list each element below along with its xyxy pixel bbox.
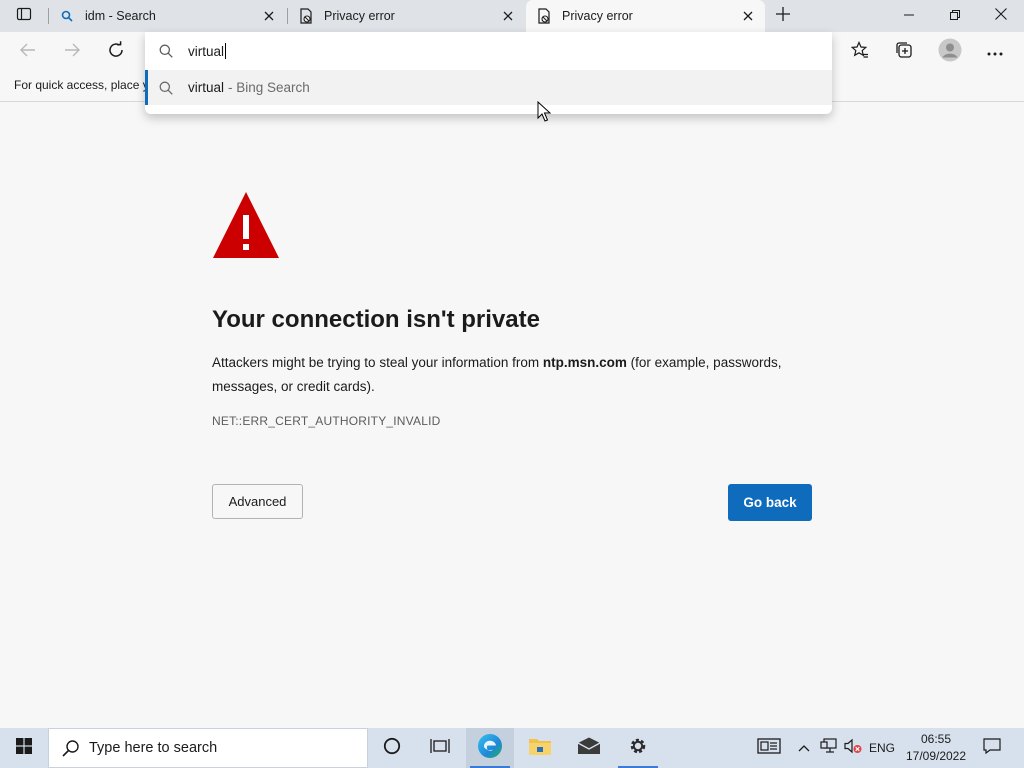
tab-close-icon[interactable]	[737, 5, 759, 27]
system-clock[interactable]: 06:55 17/09/2022	[900, 731, 972, 765]
advanced-button[interactable]: Advanced	[212, 484, 303, 519]
clock-time: 06:55	[920, 732, 952, 746]
folder-icon	[528, 736, 552, 761]
go-back-button[interactable]: Go back	[728, 484, 812, 521]
language-label: ENG	[868, 741, 895, 755]
address-bar-input[interactable]: virtual	[145, 32, 832, 70]
taskbar: Type here to search ENG 06:55 17/09/2022	[0, 728, 1024, 768]
minimize-icon	[904, 7, 914, 25]
error-domain: ntp.msn.com	[542, 355, 627, 370]
tab-actions-button[interactable]	[0, 0, 48, 32]
tab-title: idm - Search	[85, 9, 156, 23]
tab-strip: idm - Search Privacy error Privacy error	[0, 0, 1024, 32]
refresh-icon	[107, 40, 125, 64]
mouse-cursor-icon	[537, 100, 552, 122]
search-icon	[61, 738, 81, 758]
plus-icon	[776, 6, 790, 26]
tab-actions-icon	[16, 6, 32, 27]
volume-muted-icon	[844, 738, 862, 759]
start-button[interactable]	[0, 728, 48, 768]
show-hidden-icons-button[interactable]	[794, 728, 814, 768]
news-icon	[757, 737, 781, 759]
favorites-star-icon	[850, 40, 869, 64]
tab-close-icon[interactable]	[258, 5, 280, 27]
text-caret	[225, 43, 227, 59]
taskbar-search-box[interactable]: Type here to search	[48, 728, 368, 768]
settings-more-button[interactable]	[979, 36, 1011, 68]
edge-browser-icon	[477, 733, 503, 764]
back-button[interactable]	[12, 36, 44, 68]
notification-chat-icon	[983, 737, 1001, 759]
error-code: NET::ERR_CERT_AUTHORITY_INVALID	[212, 414, 441, 428]
minimize-button[interactable]	[886, 0, 932, 32]
collections-icon	[895, 41, 913, 64]
tab-title: Privacy error	[324, 9, 395, 23]
address-bar-text: virtual	[188, 43, 227, 59]
windows-logo-icon	[16, 737, 32, 759]
restore-icon	[950, 7, 960, 25]
favorites-button[interactable]	[844, 36, 876, 68]
taskbar-edge-app[interactable]	[466, 728, 514, 768]
forward-arrow-icon	[64, 43, 80, 62]
notifications-button[interactable]	[976, 728, 1008, 768]
tab-privacy-error-1[interactable]: Privacy error	[288, 0, 525, 32]
close-window-button[interactable]	[978, 0, 1024, 32]
volume-button[interactable]	[842, 728, 864, 768]
cortana-button[interactable]	[368, 728, 416, 768]
network-icon	[820, 737, 838, 759]
language-indicator[interactable]: ENG	[866, 728, 898, 768]
taskbar-settings-app[interactable]	[614, 728, 662, 768]
tab-close-icon[interactable]	[497, 5, 519, 27]
profile-avatar-icon	[938, 38, 962, 67]
news-widget-button[interactable]	[752, 728, 786, 768]
tab-idm-search[interactable]: idm - Search	[49, 0, 286, 32]
network-button[interactable]	[818, 728, 840, 768]
back-arrow-icon	[20, 43, 36, 62]
forward-button[interactable]	[56, 36, 88, 68]
bing-search-icon	[59, 8, 75, 24]
warning-triangle-icon	[212, 191, 280, 259]
restore-button[interactable]	[932, 0, 978, 32]
clock-date: 17/09/2022	[905, 749, 967, 763]
broken-document-icon	[536, 8, 552, 24]
refresh-button[interactable]	[100, 36, 132, 68]
collections-button[interactable]	[888, 36, 920, 68]
search-icon	[158, 43, 174, 59]
task-view-icon	[430, 737, 450, 760]
tab-title: Privacy error	[562, 9, 633, 23]
suggestion-query: virtual	[188, 80, 225, 95]
error-title: Your connection isn't private	[212, 306, 540, 333]
search-icon	[158, 80, 174, 96]
profile-button[interactable]	[934, 36, 966, 68]
error-page: Your connection isn't private Attackers …	[0, 103, 1024, 728]
favorites-bar-hint: For quick access, place y	[14, 78, 149, 92]
more-dots-icon	[987, 43, 1003, 61]
mail-envelope-icon	[577, 737, 601, 760]
tab-privacy-error-active[interactable]: Privacy error	[526, 0, 765, 32]
cortana-circle-icon	[383, 737, 401, 760]
taskbar-search-placeholder: Type here to search	[89, 740, 218, 756]
typed-query: virtual	[188, 43, 225, 59]
search-suggestion[interactable]: virtual - Bing Search	[145, 70, 832, 105]
chevron-up-icon	[798, 739, 810, 757]
new-tab-button[interactable]	[770, 4, 796, 28]
broken-document-icon	[298, 8, 314, 24]
description-text-start: Attackers might be trying to steal your …	[212, 355, 543, 370]
taskbar-file-explorer[interactable]	[516, 728, 564, 768]
error-description: Attackers might be trying to steal your …	[212, 351, 812, 399]
address-bar-dropdown: virtual virtual - Bing Search	[145, 32, 832, 114]
close-icon	[995, 7, 1007, 25]
taskbar-mail-app[interactable]	[565, 728, 613, 768]
suggestion-source: - Bing Search	[228, 80, 310, 95]
task-view-button[interactable]	[416, 728, 464, 768]
gear-icon	[627, 735, 649, 762]
